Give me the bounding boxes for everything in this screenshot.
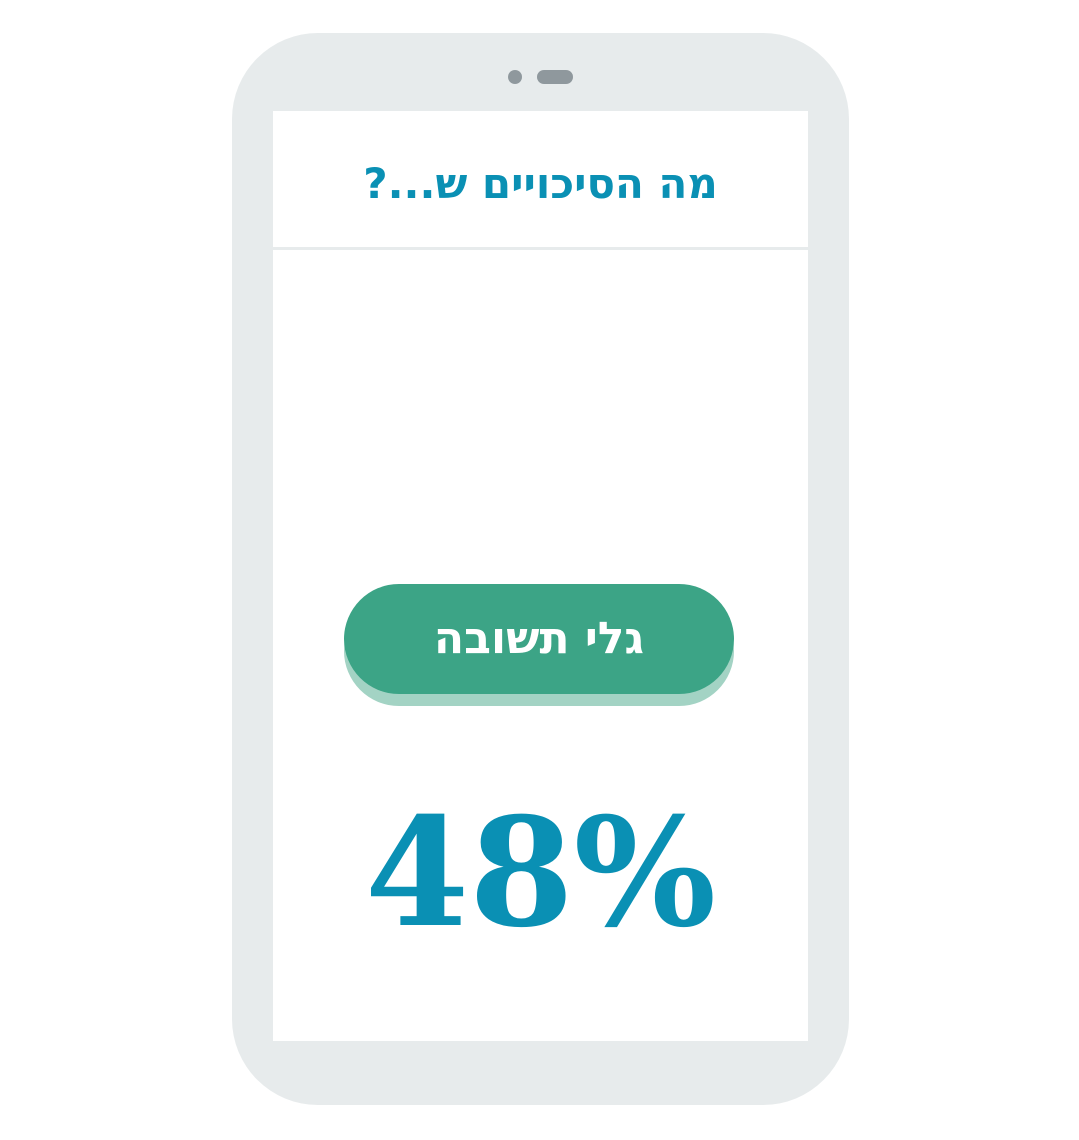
camera-icon (508, 70, 522, 84)
answer-percentage: 48% (364, 785, 717, 961)
reveal-answer-button[interactable]: גלי תשובה (344, 584, 734, 694)
speaker-icon (537, 70, 573, 84)
question-title: מה הסיכויים ש...? (363, 159, 718, 208)
phone-screen: מה הסיכויים ש...? גלי תשובה 48% (273, 111, 808, 1041)
header-divider (273, 247, 808, 250)
phone-frame: מה הסיכויים ש...? גלי תשובה 48% (232, 33, 849, 1105)
reveal-answer-label: גלי תשובה (433, 613, 645, 664)
